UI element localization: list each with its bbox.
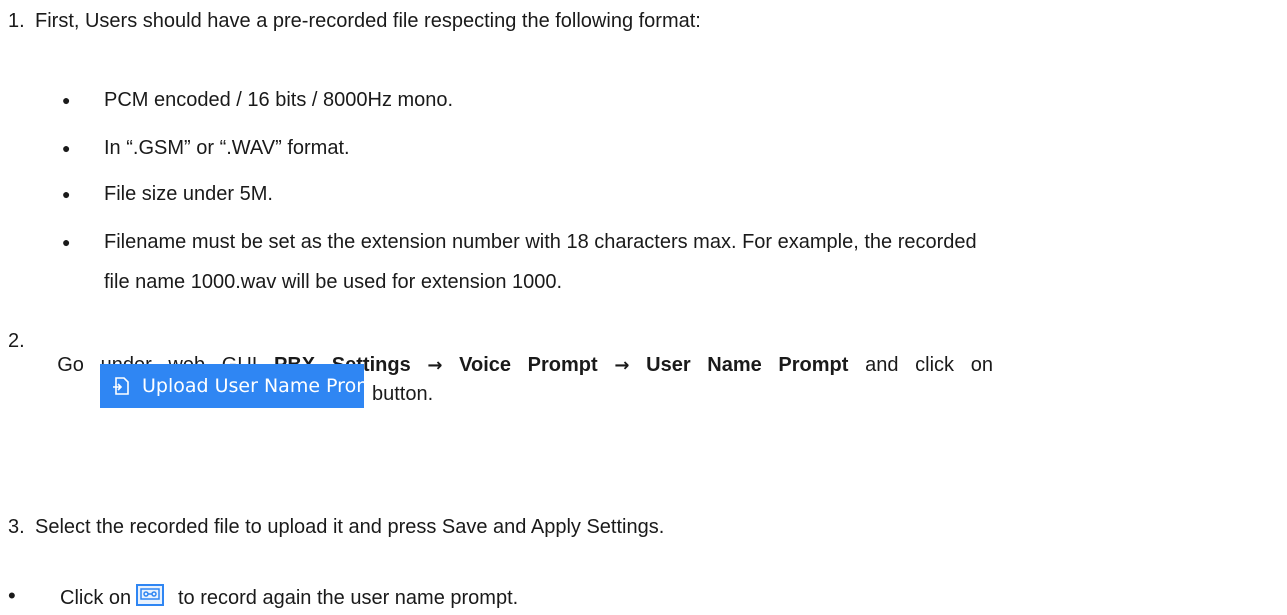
upload-icon (113, 377, 129, 395)
bullet-dot: ● (62, 234, 71, 250)
cassette-record-icon[interactable] (136, 584, 164, 606)
cassette-icon (140, 588, 160, 600)
path-voice-prompt: Voice Prompt (459, 354, 598, 376)
bullet-dot: • (8, 583, 16, 608)
step-1-number: 1. (8, 10, 25, 32)
note-prefix: Click on (60, 587, 132, 609)
step-1-text: First, Users should have a pre-recorded … (35, 10, 701, 32)
bullet-text: File size under 5M. (104, 183, 273, 205)
bullet-dot: ● (62, 140, 71, 156)
bullet-text: Filename must be set as the extension nu… (104, 231, 977, 253)
upload-button-label: Upload User Name Prompt (142, 375, 395, 397)
bullet-dot: ● (62, 92, 71, 108)
step-3-text: Select the recorded file to upload it an… (35, 516, 665, 538)
path-user-name-prompt: User Name Prompt (646, 354, 849, 376)
button-suffix-text: button. (372, 383, 434, 405)
arrow-right-icon: → (614, 355, 630, 376)
bullet-text: In “.GSM” or “.WAV” format. (104, 137, 350, 159)
step-3-number: 3. (8, 516, 25, 538)
step-2-button-suffix: button. (372, 382, 433, 406)
bullet-continuation: file name 1000.wav will be used for exte… (104, 270, 562, 294)
arrow-right-icon: → (427, 355, 443, 376)
note-suffix: to record again the user name prompt. (178, 587, 519, 609)
upload-user-name-prompt-button[interactable]: Upload User Name Prompt (100, 364, 394, 408)
step-2-number: 2. (8, 330, 25, 352)
bullet-dot: ● (62, 186, 71, 202)
step-2-and-click-on: and click on (865, 354, 993, 376)
bullet-text: file name 1000.wav will be used for exte… (104, 271, 563, 293)
bullet-text: PCM encoded / 16 bits / 8000Hz mono. (104, 89, 454, 111)
